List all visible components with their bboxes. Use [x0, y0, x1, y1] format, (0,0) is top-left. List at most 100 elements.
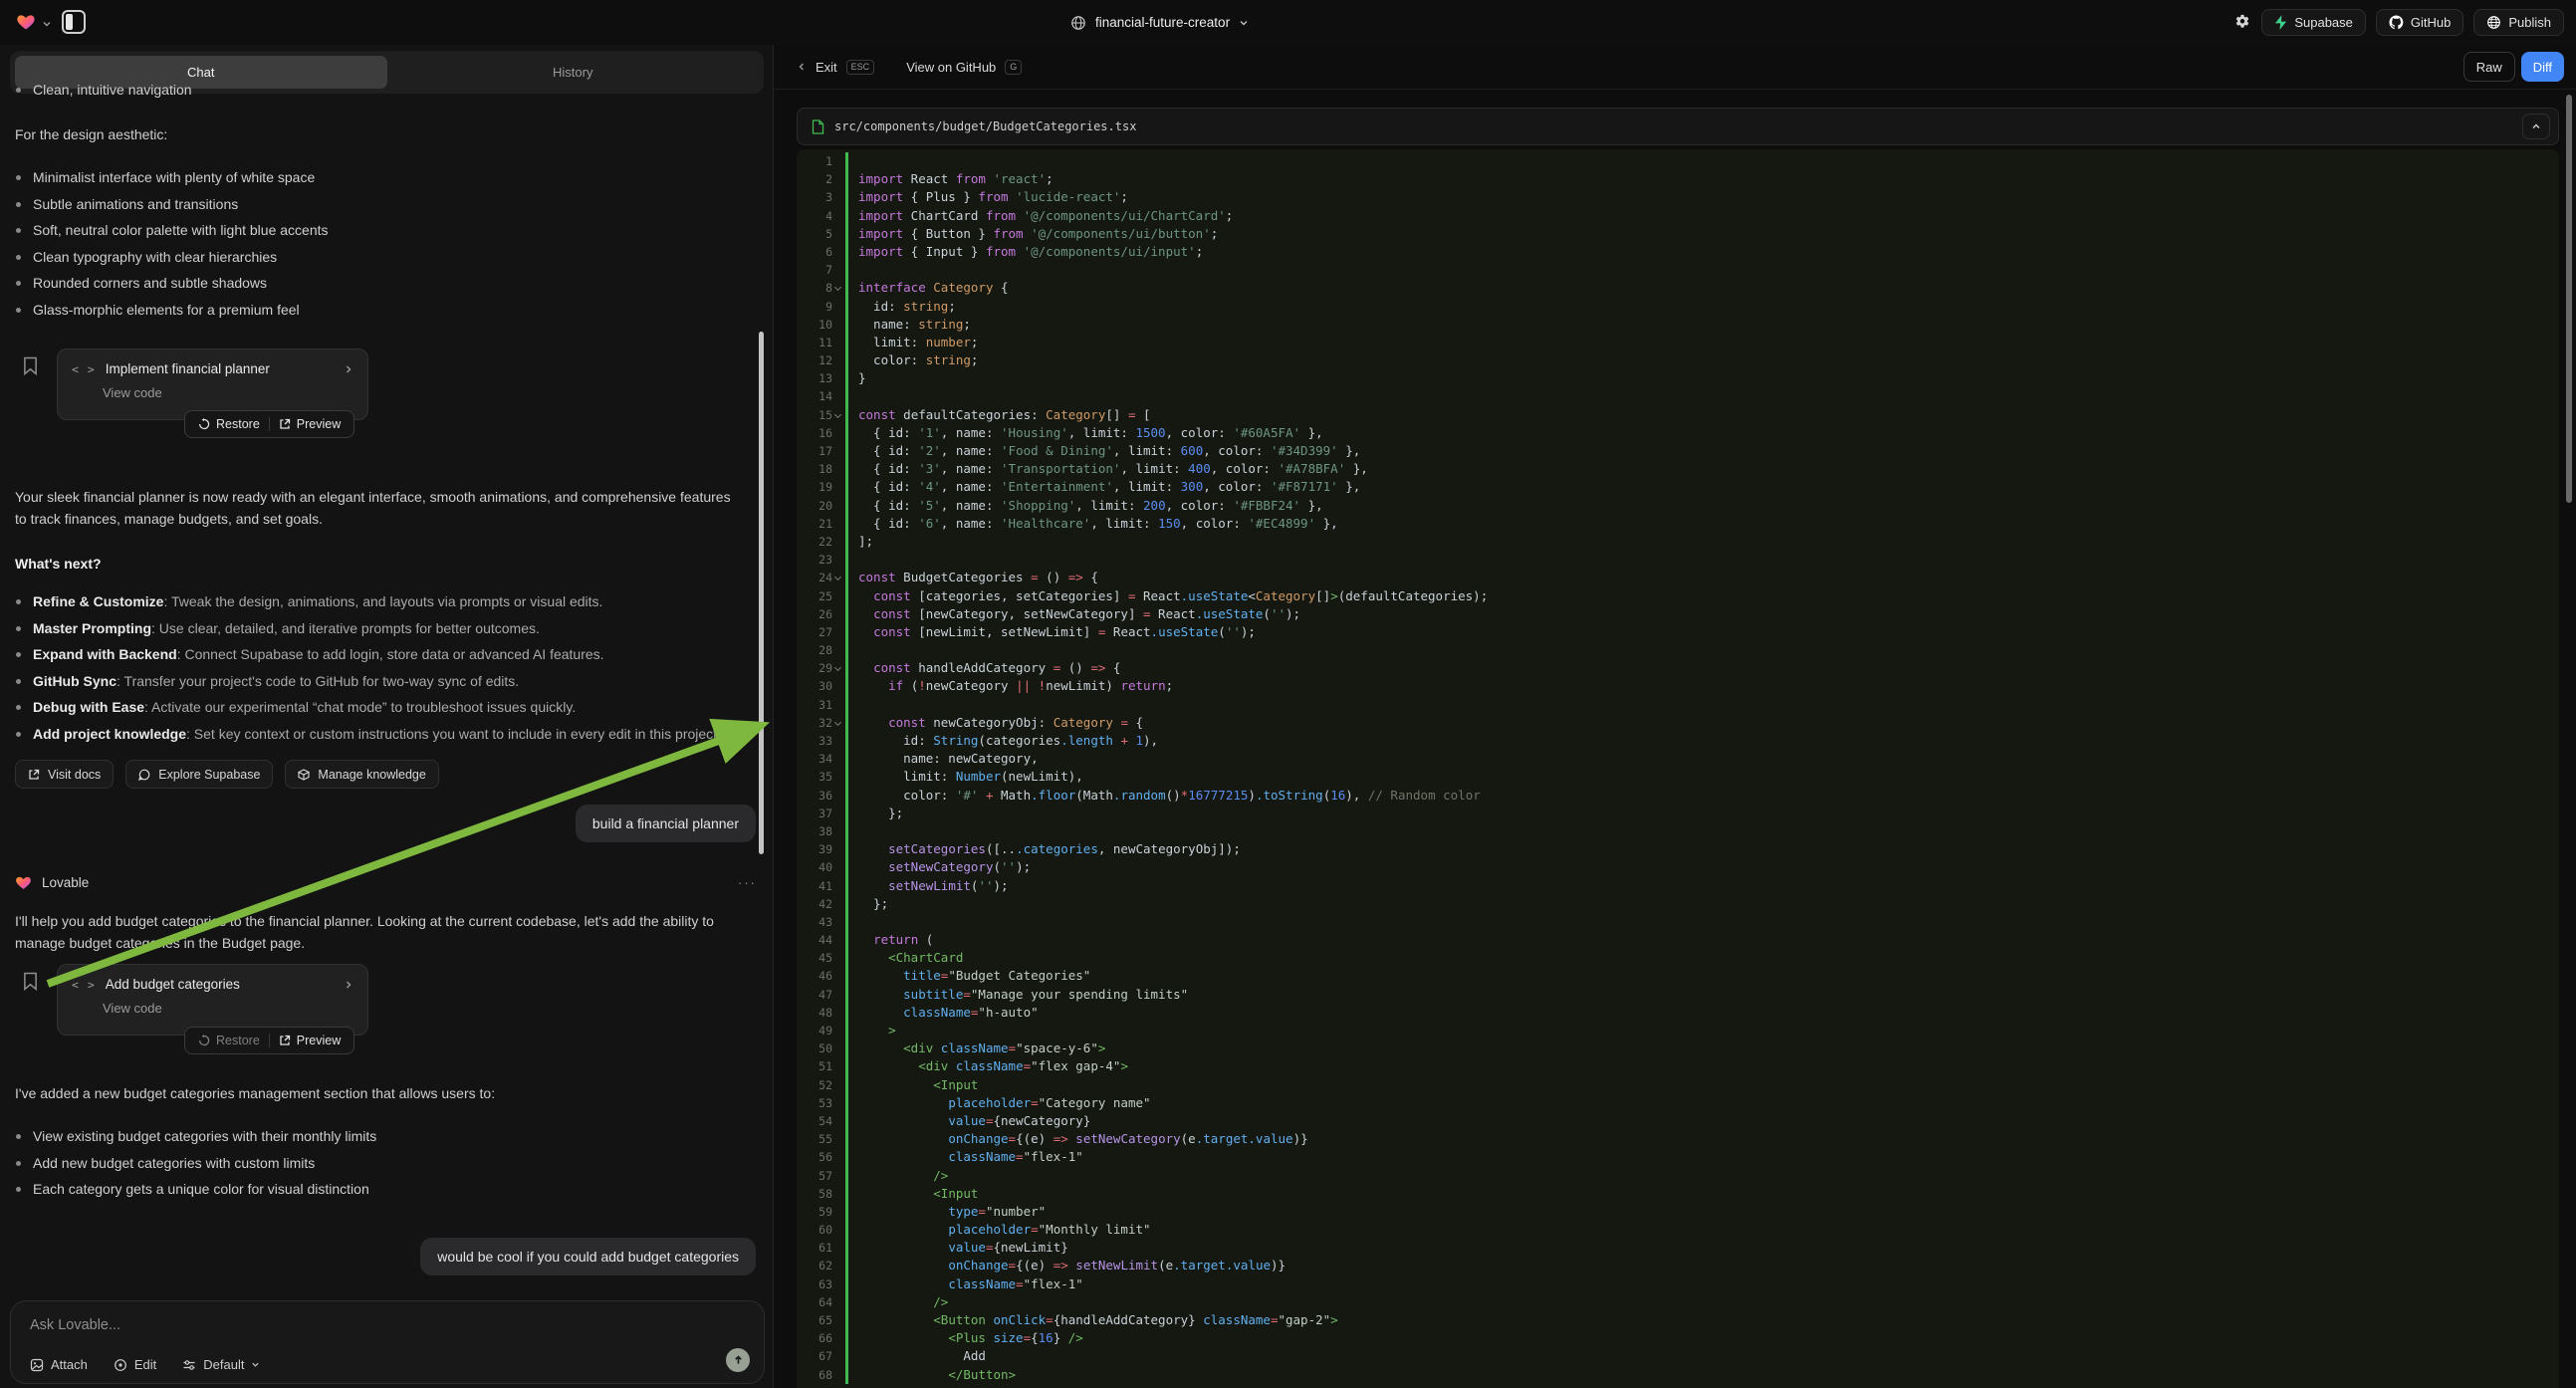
- line-number: 13: [797, 369, 832, 387]
- code-line: 15const defaultCategories: Category[] = …: [797, 406, 2559, 424]
- attach-button[interactable]: Attach: [30, 1357, 88, 1372]
- code-text: const handleAddCategory = () => {: [845, 659, 2559, 677]
- line-number: 9: [797, 298, 832, 316]
- fold-chevron-icon[interactable]: [832, 569, 845, 586]
- attach-image-icon: [30, 1358, 44, 1372]
- code-line: 59 type="number": [797, 1203, 2559, 1221]
- manage-knowledge-button[interactable]: Manage knowledge: [285, 760, 438, 789]
- view-code-link[interactable]: View code: [103, 1001, 353, 1016]
- supabase-button[interactable]: Supabase: [2261, 9, 2366, 36]
- code-text: const [newCategory, setNewCategory] = Re…: [845, 605, 2559, 623]
- preview-button[interactable]: Preview: [270, 1034, 350, 1047]
- line-number: 2: [797, 170, 832, 188]
- bookmark-icon[interactable]: [23, 356, 38, 375]
- github-button[interactable]: GitHub: [2376, 9, 2463, 36]
- chat-panel: Chat History Clean, intuitive navigation…: [0, 45, 774, 1388]
- message-menu-icon[interactable]: ···: [738, 875, 757, 890]
- code-text: const newCategoryObj: Category = {: [845, 714, 2559, 732]
- code-text: placeholder="Category name": [845, 1094, 2559, 1112]
- preview-button[interactable]: Preview: [270, 417, 350, 431]
- restore-preview-pill: Restore Preview: [184, 1027, 354, 1054]
- code-scrollbar[interactable]: [2566, 95, 2572, 503]
- fold-gutter: [832, 1130, 845, 1148]
- version-card-add-budget-categories[interactable]: < > Add budget categories View code: [57, 964, 368, 1036]
- fold-gutter: [832, 949, 845, 967]
- explore-supabase-button[interactable]: Explore Supabase: [125, 760, 273, 789]
- project-title[interactable]: financial-future-creator: [1070, 0, 1249, 45]
- code-line: 37 };: [797, 805, 2559, 822]
- view-code-link[interactable]: View code: [103, 385, 353, 400]
- list-item: Add project knowledge: Set key context o…: [0, 724, 755, 745]
- code-text: placeholder="Monthly limit": [845, 1221, 2559, 1239]
- bookmark-icon[interactable]: [23, 972, 38, 991]
- code-line: 20 { id: '5', name: 'Shopping', limit: 2…: [797, 497, 2559, 515]
- fold-gutter: [832, 515, 845, 533]
- line-number: 25: [797, 587, 832, 605]
- line-number: 5: [797, 225, 832, 243]
- fold-gutter: [832, 261, 845, 279]
- view-on-github-button[interactable]: View on GitHub: [906, 60, 996, 75]
- restore-button[interactable]: Restore: [189, 417, 269, 431]
- fold-gutter: [832, 641, 845, 659]
- back-chevron-icon[interactable]: [797, 62, 807, 72]
- file-path-bar[interactable]: src/components/budget/BudgetCategories.t…: [797, 108, 2559, 145]
- list-item: Glass-morphic elements for a premium fee…: [0, 300, 742, 321]
- chat-scrollbar[interactable]: [759, 332, 764, 854]
- line-number: 6: [797, 243, 832, 261]
- code-line: 33 id: String(categories.length + 1),: [797, 732, 2559, 750]
- code-line: 28: [797, 641, 2559, 659]
- code-text: [845, 551, 2559, 569]
- logo-chevron-down-icon[interactable]: [42, 19, 52, 29]
- code-text: <Button onClick={handleAddCategory} clas…: [845, 1311, 2559, 1329]
- line-number: 61: [797, 1239, 832, 1257]
- collapse-file-button[interactable]: [2522, 114, 2550, 139]
- line-number: 38: [797, 822, 832, 840]
- code-line: 19 { id: '4', name: 'Entertainment', lim…: [797, 478, 2559, 496]
- fold-chevron-icon[interactable]: [832, 714, 845, 732]
- line-number: 1: [797, 152, 832, 170]
- settings-gear-icon[interactable]: [2233, 13, 2251, 31]
- line-number: 37: [797, 805, 832, 822]
- fold-gutter: [832, 605, 845, 623]
- code-text: ];: [845, 533, 2559, 551]
- composer[interactable]: Ask Lovable... Attach Edit: [10, 1300, 765, 1384]
- restore-button[interactable]: Restore: [189, 1034, 269, 1047]
- fold-gutter: [832, 1112, 845, 1130]
- exit-button[interactable]: Exit: [816, 60, 837, 75]
- user-message: build a financial planner: [576, 805, 756, 842]
- code-line: 9 id: string;: [797, 298, 2559, 316]
- code-text: { id: '6', name: 'Healthcare', limit: 15…: [845, 515, 2559, 533]
- external-link-icon: [28, 769, 40, 781]
- file-path: src/components/budget/BudgetCategories.t…: [834, 119, 1136, 133]
- fold-gutter: [832, 424, 845, 442]
- mode-select[interactable]: Default: [182, 1357, 260, 1372]
- diff-toggle-button[interactable]: Diff: [2521, 52, 2564, 82]
- raw-toggle-button[interactable]: Raw: [2463, 52, 2515, 82]
- code-line: 21 { id: '6', name: 'Healthcare', limit:…: [797, 515, 2559, 533]
- list-item: Clean, intuitive navigation: [0, 80, 742, 101]
- fold-chevron-icon[interactable]: [832, 279, 845, 297]
- line-number: 42: [797, 895, 832, 913]
- line-number: 58: [797, 1185, 832, 1203]
- sidebar-toggle-icon[interactable]: [62, 10, 86, 34]
- publish-button[interactable]: Publish: [2473, 9, 2564, 36]
- code-text: [845, 822, 2559, 840]
- code-line: 32 const newCategoryObj: Category = {: [797, 714, 2559, 732]
- fold-gutter: [832, 1257, 845, 1274]
- edit-button[interactable]: Edit: [114, 1357, 156, 1372]
- visit-docs-button[interactable]: Visit docs: [15, 760, 114, 789]
- code-text: type="number": [845, 1203, 2559, 1221]
- fold-chevron-icon[interactable]: [832, 406, 845, 424]
- line-number: 53: [797, 1094, 832, 1112]
- fold-chevron-icon[interactable]: [832, 659, 845, 677]
- code-line: 1: [797, 152, 2559, 170]
- code-editor[interactable]: 12import React from 'react';3import { Pl…: [797, 149, 2559, 1388]
- globe-icon: [1070, 15, 1086, 31]
- fold-gutter: [832, 1094, 845, 1112]
- code-text: />: [845, 1167, 2559, 1185]
- line-number: 29: [797, 659, 832, 677]
- send-button[interactable]: [726, 1348, 750, 1372]
- composer-input[interactable]: Ask Lovable...: [30, 1317, 120, 1333]
- lovable-logo-icon[interactable]: [16, 12, 36, 32]
- code-text: import { Button } from '@/components/ui/…: [845, 225, 2559, 243]
